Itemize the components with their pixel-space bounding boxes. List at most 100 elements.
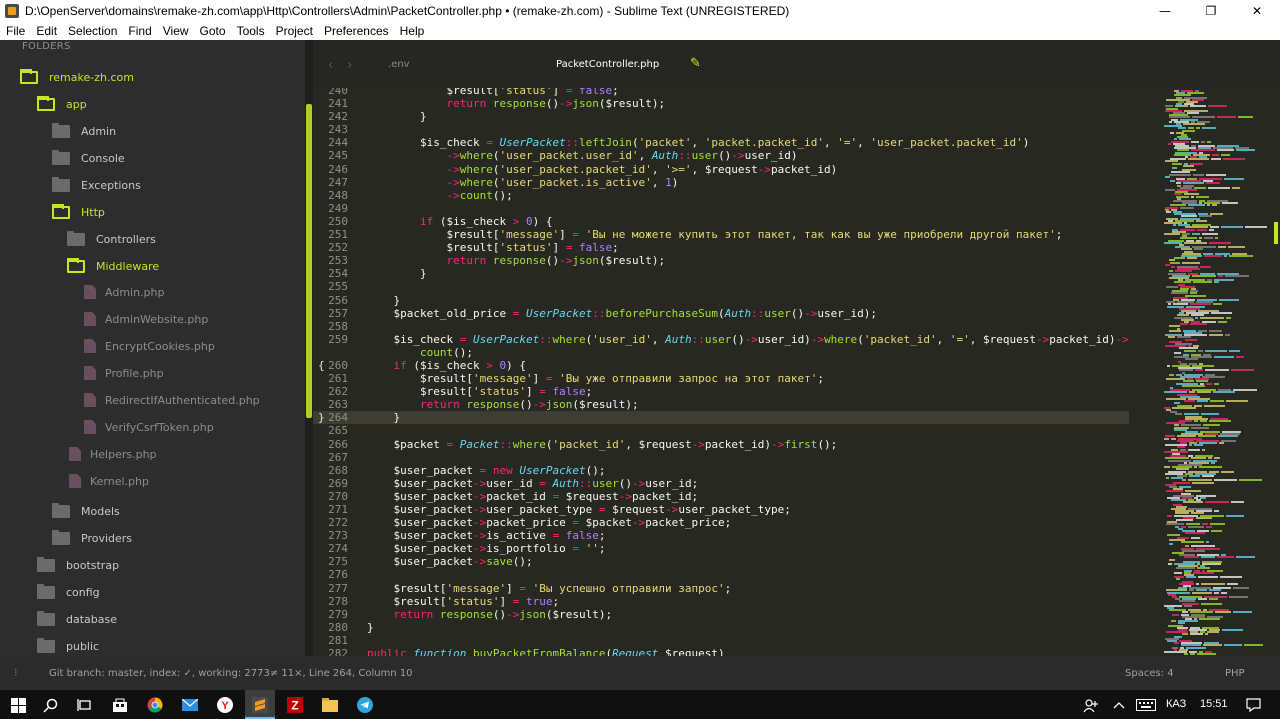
search-icon[interactable]	[42, 697, 58, 713]
status-syntax[interactable]: PHP	[1225, 668, 1245, 679]
chevron-up-icon[interactable]	[1111, 697, 1127, 713]
menu-view[interactable]: View	[157, 24, 194, 38]
tree-folder-providers[interactable]: Providers	[52, 528, 132, 548]
sidebar-scrollbar[interactable]	[306, 104, 312, 418]
code-editor[interactable]: 240 $result['status'] = false; 241 return…	[313, 88, 1160, 656]
code-line[interactable]: 279 return response()->json($result);	[313, 608, 1129, 621]
code-line[interactable]: 282 public function buyPacketFromBalance(…	[313, 647, 1129, 656]
tree-file-helpers-php[interactable]: Helpers.php	[69, 444, 157, 464]
code-line[interactable]: 274 $user_packet->is_portfolio = '';	[313, 542, 1129, 555]
sublime-taskbar-icon[interactable]	[252, 697, 268, 713]
tree-folder-controllers[interactable]: Controllers	[67, 229, 156, 249]
menu-selection[interactable]: Selection	[62, 24, 122, 38]
tree-folder-exceptions[interactable]: Exceptions	[52, 175, 141, 195]
code-line[interactable]: 273 $user_packet->is_active = false;	[313, 529, 1129, 542]
code-line[interactable]: 248 ->count();	[313, 189, 1129, 202]
input-language[interactable]: КАЗ	[1166, 698, 1186, 710]
code-line[interactable]: 271 $user_packet->user_packet_type = $re…	[313, 503, 1129, 516]
minimize-button[interactable]: —	[1142, 0, 1188, 22]
tree-file-redirectifauthenticated-php[interactable]: RedirectIfAuthenticated.php	[84, 390, 260, 410]
code-line[interactable]: 244 $is_check = UserPacket::leftJoin('pa…	[313, 136, 1129, 149]
code-line[interactable]: 251 $result['message'] = 'Вы не можете к…	[313, 228, 1129, 241]
tree-folder-console[interactable]: Console	[52, 148, 125, 168]
task-view-icon[interactable]	[77, 697, 93, 713]
menu-help[interactable]: Help	[394, 24, 430, 38]
code-line[interactable]: 241 return response()->json($result);	[313, 97, 1129, 110]
code-line[interactable]: 267	[313, 451, 1129, 464]
code-line[interactable]: 259 $is_check = UserPacket::where('user_…	[313, 333, 1129, 346]
code-line[interactable]: 258	[313, 320, 1129, 333]
tab-nav-arrows-icon[interactable]: ‹›	[328, 58, 366, 73]
maximize-button[interactable]: ❐	[1188, 0, 1234, 22]
code-line[interactable]: 246 ->where('user_packet.packet_id', '>=…	[313, 163, 1129, 176]
code-line[interactable]: 256 }	[313, 294, 1129, 307]
tree-folder-app[interactable]: app	[37, 94, 87, 114]
tree-file-encryptcookies-php[interactable]: EncryptCookies.php	[84, 336, 215, 356]
tree-folder-public[interactable]: public	[37, 636, 99, 656]
tree-folder-config[interactable]: config	[37, 582, 100, 602]
people-icon[interactable]	[1083, 697, 1099, 713]
menu-find[interactable]: Find	[122, 24, 156, 38]
code-line[interactable]: 262 $result['status'] = false;	[313, 385, 1129, 398]
tree-file-adminwebsite-php[interactable]: AdminWebsite.php	[84, 309, 208, 329]
store-icon[interactable]	[112, 697, 128, 713]
code-line[interactable]: 257 $packet_old_price = UserPacket::befo…	[313, 307, 1129, 320]
clock[interactable]: 15:51	[1200, 698, 1228, 710]
code-line[interactable]: 243	[313, 123, 1129, 136]
tree-folder-http[interactable]: Http	[52, 202, 105, 222]
code-line[interactable]: 270 $user_packet->packet_id = $request->…	[313, 490, 1129, 503]
keyboard-icon[interactable]	[1136, 697, 1156, 713]
tab-packetcontroller[interactable]: PacketController.php	[556, 59, 659, 70]
code-line[interactable]: 247 ->where('user_packet.is_active', 1)	[313, 176, 1129, 189]
code-line[interactable]: 265	[313, 424, 1129, 437]
filezilla-icon[interactable]: Z	[287, 697, 303, 713]
chrome-icon[interactable]	[147, 697, 163, 713]
menu-goto[interactable]: Goto	[194, 24, 231, 38]
yandex-browser-icon[interactable]: Y	[217, 697, 233, 713]
code-line[interactable]: 268 $user_packet = new UserPacket();	[313, 464, 1129, 477]
code-line[interactable]: } 264 }	[313, 411, 1129, 425]
code-line[interactable]: 254 }	[313, 267, 1129, 280]
code-line[interactable]: 261 $result['message'] = 'Вы уже отправи…	[313, 372, 1129, 385]
telegram-icon[interactable]	[357, 697, 373, 713]
code-line[interactable]: 245 ->where('user_packet.user_id', Auth:…	[313, 149, 1129, 162]
code-line[interactable]: 249	[313, 202, 1129, 215]
windows-start-icon[interactable]	[10, 697, 26, 713]
tree-folder-bootstrap[interactable]: bootstrap	[37, 555, 119, 575]
mail-icon[interactable]	[182, 697, 198, 713]
tree-file-verifycsrftoken-php[interactable]: VerifyCsrfToken.php	[84, 417, 214, 437]
notifications-icon[interactable]	[1245, 697, 1261, 713]
minimap[interactable]	[1160, 88, 1280, 656]
panel-toggle-icon[interactable]: ⁝	[14, 666, 18, 679]
code-line[interactable]: 255	[313, 280, 1129, 293]
tree-folder-models[interactable]: Models	[52, 501, 120, 521]
code-line[interactable]: 276	[313, 568, 1129, 581]
file-explorer-icon[interactable]	[322, 697, 338, 713]
menu-tools[interactable]: Tools	[231, 24, 270, 38]
tree-folder-admin[interactable]: Admin	[52, 121, 116, 141]
code-line[interactable]: 277 $result['message'] = 'Вы успешно отп…	[313, 582, 1129, 595]
code-line[interactable]: 252 $result['status'] = false;	[313, 241, 1129, 254]
code-line[interactable]: 275 $user_packet->save();	[313, 555, 1129, 568]
fold-open-icon[interactable]: {	[318, 359, 325, 372]
menu-project[interactable]: Project	[270, 24, 318, 38]
code-line[interactable]: 253 return response()->json($result);	[313, 254, 1129, 267]
tree-folder-database[interactable]: database	[37, 609, 117, 629]
tree-file-profile-php[interactable]: Profile.php	[84, 363, 164, 383]
code-line[interactable]: 240 $result['status'] = false;	[313, 88, 1129, 97]
code-area[interactable]: 240 $result['status'] = false; 241 return…	[313, 88, 1129, 656]
code-line[interactable]: 278 $result['status'] = true;	[313, 595, 1129, 608]
tree-folder-remake-zh[interactable]: remake-zh.com	[20, 67, 134, 87]
menu-preferences[interactable]: Preferences	[318, 24, 394, 38]
menu-file[interactable]: File	[0, 24, 30, 38]
close-button[interactable]: ✕	[1234, 0, 1280, 22]
code-line[interactable]: count();	[313, 346, 1129, 359]
editor-scrollbar-thumb[interactable]	[1274, 222, 1278, 244]
code-line[interactable]: 281	[313, 634, 1129, 647]
code-line[interactable]: 263 return response()->json($result);	[313, 398, 1129, 411]
code-line[interactable]: 280}	[313, 621, 1129, 634]
fold-close-icon[interactable]: }	[318, 411, 325, 424]
code-line[interactable]: {260 if ($is_check > 0) {	[313, 359, 1129, 372]
code-line[interactable]: 266 $packet = Packet::where('packet_id',…	[313, 438, 1129, 451]
status-spaces[interactable]: Spaces: 4	[1125, 668, 1174, 679]
